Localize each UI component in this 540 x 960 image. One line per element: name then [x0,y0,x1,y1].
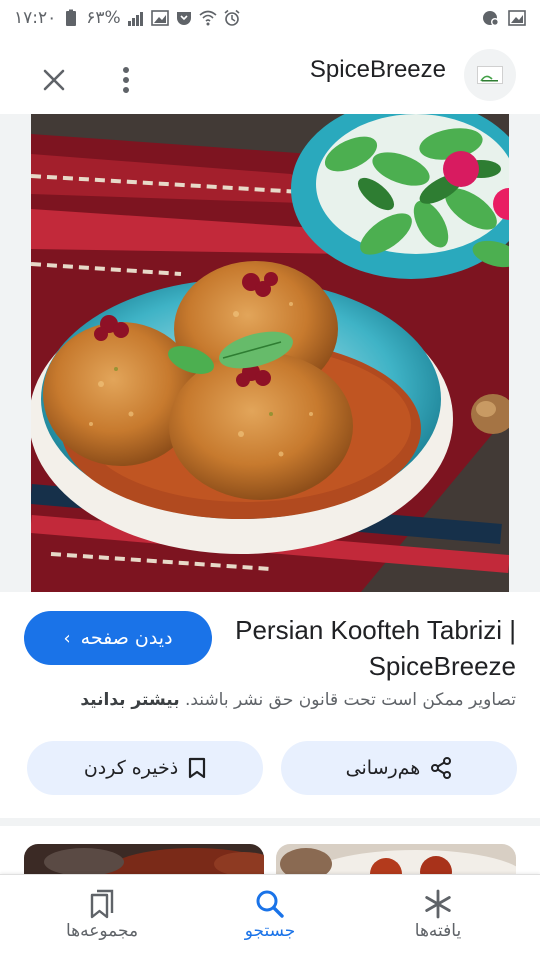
clock: ۱۷:۲۰ [14,8,57,28]
copyright-text: تصاویر ممکن است تحت قانون حق نشر باشند. [184,690,516,710]
search-icon [256,890,284,918]
more-vert-icon [123,67,129,93]
battery-icon [66,9,77,26]
signal-icon [127,12,143,26]
koofteh-photo [31,114,509,592]
visit-page-label: دیدن صفحه [80,627,173,649]
leaf-logo-icon [480,75,498,82]
chevron-left-icon: ‹ [63,627,71,649]
share-icon [431,757,452,779]
learn-more-link[interactable]: بیشتر بدانید [80,690,179,710]
nav-search[interactable]: جستجو [210,889,330,941]
share-button[interactable]: هم‌رسانی [281,741,517,795]
close-icon [43,69,65,91]
more-options-button[interactable] [104,58,148,102]
site-favicon [477,66,503,84]
copyright-notice: تصاویر ممکن است تحت قانون حق نشر باشند. … [16,690,516,710]
status-left: ۱۷:۲۰ ۶۳% [14,8,241,28]
status-bar: ۱۷:۲۰ ۶۳% [0,0,540,36]
asterisk-icon [425,889,451,919]
site-logo[interactable] [464,49,516,101]
share-label: هم‌رسانی [345,757,421,779]
app-bar: SpiceBreeze [0,36,540,114]
nav-search-label: جستجو [244,921,296,941]
result-image[interactable] [31,114,509,592]
section-divider [0,818,540,826]
nav-collections[interactable]: مجموعه‌ها [42,889,162,941]
pocket-icon [176,12,191,25]
image-notification-icon [150,10,169,26]
notification-gear-icon [483,11,499,26]
nav-discover-label: یافته‌ها [414,921,462,941]
bottom-navigation: مجموعه‌ها جستجو یافته‌ها [0,874,540,960]
save-label: ذخیره کردن [83,757,179,779]
status-right [482,9,526,27]
wifi-icon [199,10,217,26]
save-button[interactable]: ذخیره کردن [27,741,263,795]
site-name[interactable]: SpiceBreeze [310,56,446,84]
visit-page-button[interactable]: ‹ دیدن صفحه [24,611,212,665]
nav-discover[interactable]: یافته‌ها [378,889,498,941]
close-button[interactable] [32,58,76,102]
bookmark-icon [189,757,206,779]
nav-collections-label: مجموعه‌ها [65,921,139,941]
bookmarks-icon [90,889,114,919]
image-title[interactable]: Persian Koofteh Tabrizi | SpiceBreeze [226,612,516,684]
image-container [0,114,540,592]
battery-percent: ۶۳% [86,8,121,28]
alarm-icon [224,9,240,26]
gallery-icon [508,10,526,26]
